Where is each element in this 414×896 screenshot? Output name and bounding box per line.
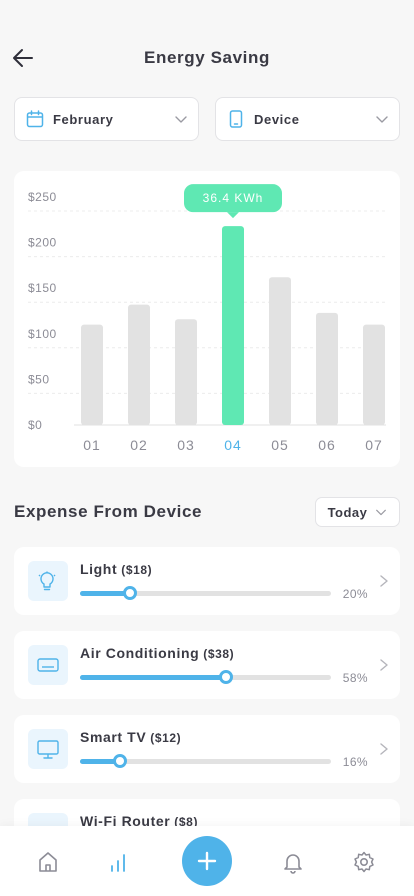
tab-notifications[interactable]: [279, 848, 307, 876]
chevron-down-icon: [376, 116, 388, 123]
add-button[interactable]: [182, 836, 232, 886]
device-cost: ($18): [121, 563, 153, 577]
usage-slider-fill: [80, 675, 226, 680]
usage-percent: 16%: [342, 755, 368, 769]
usage-percent: 20%: [342, 587, 368, 601]
device-name-text: Smart TV: [80, 729, 147, 745]
device-name: Light ($18): [80, 561, 152, 577]
usage-slider-handle[interactable]: [218, 670, 233, 684]
usage-percent: 58%: [342, 671, 368, 685]
y-tick-label: $50: [28, 372, 50, 386]
tab-bar: [0, 826, 414, 896]
bar: [128, 304, 150, 425]
bar: [222, 226, 244, 425]
x-tick-label: 01: [83, 437, 101, 453]
data-label: 36.4 KWh: [203, 191, 264, 205]
device-icon-box: [28, 729, 68, 769]
tooltip-pointer: [227, 212, 239, 219]
device-name: Smart TV ($12): [80, 729, 181, 745]
chevron-down-icon: [175, 116, 187, 123]
device-icon-box: [28, 645, 68, 685]
x-tick-label: 06: [318, 437, 336, 453]
device-select[interactable]: Device: [215, 97, 400, 141]
calendar-icon: [25, 109, 45, 129]
bar: [269, 277, 291, 425]
range-select[interactable]: Today: [315, 497, 400, 527]
y-tick-label: $150: [28, 281, 57, 295]
usage-slider-handle[interactable]: [113, 754, 128, 768]
range-select-value: Today: [327, 504, 368, 520]
month-select[interactable]: February: [14, 97, 199, 141]
x-tick-label: 03: [177, 437, 195, 453]
usage-slider[interactable]: [80, 670, 331, 684]
device-name-text: Light: [80, 561, 118, 577]
device-name: Air Conditioning ($38): [80, 645, 234, 661]
y-tick-label: $250: [28, 190, 57, 204]
usage-slider[interactable]: [80, 586, 331, 600]
chevron-right-icon: [380, 743, 388, 755]
tab-home[interactable]: [34, 848, 62, 876]
x-tick-label: 05: [271, 437, 289, 453]
tab-statistics[interactable]: [105, 848, 133, 876]
plus-icon: [197, 851, 217, 871]
chevron-down-icon: [376, 509, 387, 516]
y-tick-label: $0: [28, 418, 42, 432]
bar: [175, 319, 197, 425]
air-conditioner-icon: [37, 658, 59, 672]
tab-settings[interactable]: [350, 848, 378, 876]
device-card[interactable]: Smart TV ($12) 16%: [14, 715, 400, 783]
chart-icon: [111, 854, 125, 872]
tv-icon: [37, 740, 59, 759]
energy-chart: $0 $50 $100 $150 $200 $250 01 02 03 04 36.4 KWh 05 0…: [14, 171, 400, 467]
usage-slider[interactable]: [80, 754, 331, 768]
x-tick-label: 04: [224, 437, 242, 453]
usage-slider-handle[interactable]: [123, 586, 138, 600]
chevron-right-icon: [380, 575, 388, 587]
device-card[interactable]: Light ($18) 20%: [14, 547, 400, 615]
bar: [81, 324, 103, 425]
bar-chart: $0 $50 $100 $150 $200 $250 01 02 03 04 36.4 KWh 05 0…: [28, 184, 386, 453]
device-select-value: Device: [254, 111, 300, 127]
header: Energy Saving: [0, 0, 414, 110]
bell-icon: [284, 854, 302, 874]
chevron-right-icon: [380, 659, 388, 671]
y-tick-label: $100: [28, 327, 57, 341]
device-icon-box: [28, 561, 68, 601]
gear-icon: [354, 851, 374, 873]
device-card[interactable]: Air Conditioning ($38) 58%: [14, 631, 400, 699]
bulb-icon: [38, 571, 56, 591]
x-tick-label: 02: [130, 437, 148, 453]
device-name-text: Air Conditioning: [80, 645, 200, 661]
bar: [316, 312, 338, 425]
page-title: Energy Saving: [144, 48, 270, 67]
device-cost: ($12): [150, 731, 182, 745]
device-cost: ($38): [203, 647, 235, 661]
section-title: Expense From Device: [14, 502, 203, 521]
month-select-value: February: [53, 111, 114, 127]
y-tick-label: $200: [28, 236, 57, 250]
bar: [363, 324, 385, 425]
x-tick-label: 07: [365, 437, 383, 453]
phone-icon: [226, 109, 246, 129]
home-icon: [39, 852, 57, 872]
